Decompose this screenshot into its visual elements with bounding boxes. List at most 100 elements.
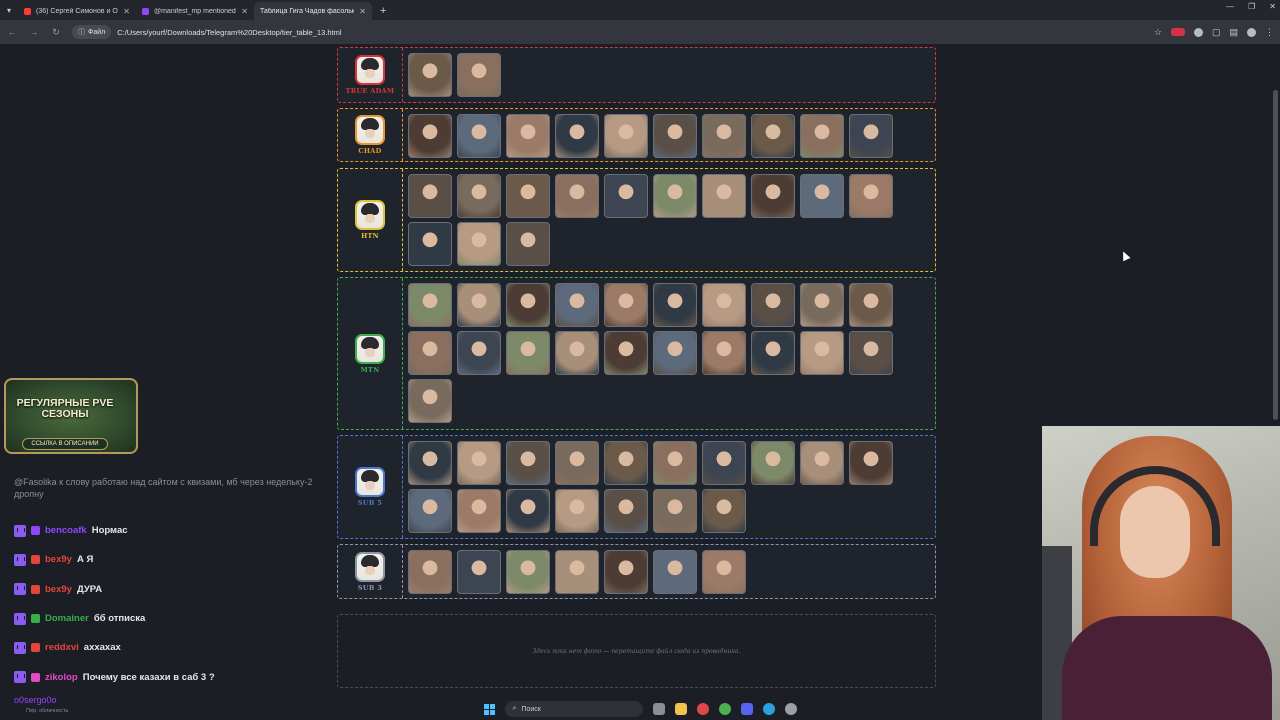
page-scrollbar[interactable]: [1273, 90, 1278, 420]
person-photo-card[interactable]: [849, 283, 893, 327]
person-photo-card[interactable]: [653, 283, 697, 327]
person-photo-card[interactable]: [702, 283, 746, 327]
back-icon[interactable]: ←: [6, 27, 18, 37]
person-photo-card[interactable]: [751, 114, 795, 158]
person-photo-card[interactable]: [604, 174, 648, 218]
person-photo-card[interactable]: [408, 550, 452, 594]
tab-twitch[interactable]: @manifest_mp mentioned ✕: [136, 2, 254, 20]
person-photo-card[interactable]: [604, 331, 648, 375]
person-photo-card[interactable]: [702, 489, 746, 533]
taskview-icon[interactable]: [652, 703, 665, 715]
person-photo-card[interactable]: [408, 53, 452, 97]
tab-youtube[interactable]: (36) Сергей Симонов и Онде ✕: [18, 2, 136, 20]
person-photo-card[interactable]: [457, 441, 501, 485]
person-photo-card[interactable]: [457, 53, 501, 97]
person-photo-card[interactable]: [702, 331, 746, 375]
chat-username[interactable]: bencoafk: [45, 525, 87, 536]
person-photo-card[interactable]: [751, 283, 795, 327]
person-photo-card[interactable]: [604, 441, 648, 485]
chat-username[interactable]: reddxvi: [45, 642, 79, 653]
person-photo-card[interactable]: [751, 174, 795, 218]
person-photo-card[interactable]: [702, 550, 746, 594]
person-photo-card[interactable]: [604, 550, 648, 594]
person-photo-card[interactable]: [653, 441, 697, 485]
person-photo-card[interactable]: [653, 489, 697, 533]
tab-tier-table[interactable]: Таблица Гига Чадов фасольки ✕: [254, 2, 372, 20]
extension-icon[interactable]: [1170, 28, 1185, 36]
person-photo-card[interactable]: [849, 114, 893, 158]
person-photo-card[interactable]: [604, 283, 648, 327]
person-photo-card[interactable]: [457, 331, 501, 375]
person-photo-card[interactable]: [653, 331, 697, 375]
person-photo-card[interactable]: [457, 550, 501, 594]
person-photo-card[interactable]: [555, 283, 599, 327]
person-photo-card[interactable]: [506, 283, 550, 327]
extensions-puzzle-icon[interactable]: ▢: [1212, 27, 1221, 38]
file-chip[interactable]: ⓘ Файл: [72, 25, 112, 39]
profile-avatar[interactable]: [1247, 27, 1256, 37]
person-photo-card[interactable]: [506, 550, 550, 594]
chat-username[interactable]: Domainer: [45, 613, 89, 624]
person-photo-card[interactable]: [702, 114, 746, 158]
person-photo-card[interactable]: [604, 489, 648, 533]
close-window-icon[interactable]: ✕: [1269, 2, 1276, 11]
person-photo-card[interactable]: [751, 331, 795, 375]
person-photo-card[interactable]: [555, 331, 599, 375]
person-photo-card[interactable]: [408, 331, 452, 375]
person-photo-card[interactable]: [555, 114, 599, 158]
person-photo-card[interactable]: [457, 174, 501, 218]
chat-username[interactable]: zikolop: [45, 672, 78, 683]
person-photo-card[interactable]: [408, 379, 452, 423]
person-photo-card[interactable]: [506, 489, 550, 533]
person-photo-card[interactable]: [653, 174, 697, 218]
person-photo-card[interactable]: [408, 222, 452, 266]
person-photo-card[interactable]: [604, 114, 648, 158]
file-explorer-icon[interactable]: [674, 703, 687, 715]
bookmark-star-icon[interactable]: ☆: [1154, 27, 1162, 38]
person-photo-card[interactable]: [506, 331, 550, 375]
person-photo-card[interactable]: [702, 441, 746, 485]
new-tab-button[interactable]: +: [372, 2, 394, 20]
chrome-icon[interactable]: [718, 703, 731, 715]
telegram-icon[interactable]: [762, 703, 775, 715]
discord-icon[interactable]: [740, 703, 753, 715]
taskbar-search[interactable]: ⌕ Поиск: [504, 701, 643, 717]
person-photo-card[interactable]: [800, 331, 844, 375]
person-photo-card[interactable]: [555, 174, 599, 218]
person-photo-card[interactable]: [408, 283, 452, 327]
person-photo-card[interactable]: [506, 441, 550, 485]
person-photo-card[interactable]: [555, 441, 599, 485]
person-photo-card[interactable]: [702, 174, 746, 218]
chat-username[interactable]: bex9y: [45, 554, 72, 565]
person-photo-card[interactable]: [849, 331, 893, 375]
windows-start-icon[interactable]: [483, 703, 495, 715]
photo-dropzone[interactable]: Здесь пока нет фото — перетащите файл сю…: [337, 614, 936, 688]
person-photo-card[interactable]: [800, 114, 844, 158]
person-photo-card[interactable]: [408, 174, 452, 218]
sidebar-icon[interactable]: ▤: [1229, 27, 1238, 38]
person-photo-card[interactable]: [408, 441, 452, 485]
close-icon[interactable]: ✕: [359, 7, 366, 16]
chat-username[interactable]: bex9y: [45, 584, 72, 595]
url-field[interactable]: ⓘ Файл C:/Users/yourf/Downloads/Telegram%…: [72, 23, 1144, 41]
person-photo-card[interactable]: [457, 114, 501, 158]
person-photo-card[interactable]: [457, 283, 501, 327]
person-photo-card[interactable]: [849, 174, 893, 218]
person-photo-card[interactable]: [506, 222, 550, 266]
forward-icon[interactable]: →: [28, 27, 40, 37]
person-photo-card[interactable]: [800, 174, 844, 218]
minimize-icon[interactable]: —: [1226, 2, 1234, 11]
person-photo-card[interactable]: [457, 222, 501, 266]
person-photo-card[interactable]: [653, 114, 697, 158]
person-photo-card[interactable]: [555, 550, 599, 594]
person-photo-card[interactable]: [506, 174, 550, 218]
person-photo-card[interactable]: [800, 441, 844, 485]
reload-icon[interactable]: ↻: [50, 27, 62, 38]
menu-kebab-icon[interactable]: ⋮: [1265, 27, 1274, 38]
person-photo-card[interactable]: [506, 114, 550, 158]
person-photo-card[interactable]: [849, 441, 893, 485]
tab-search-icon[interactable]: ▾: [0, 0, 18, 20]
maximize-icon[interactable]: ❐: [1248, 2, 1255, 11]
person-photo-card[interactable]: [408, 114, 452, 158]
steam-icon[interactable]: [784, 703, 797, 715]
